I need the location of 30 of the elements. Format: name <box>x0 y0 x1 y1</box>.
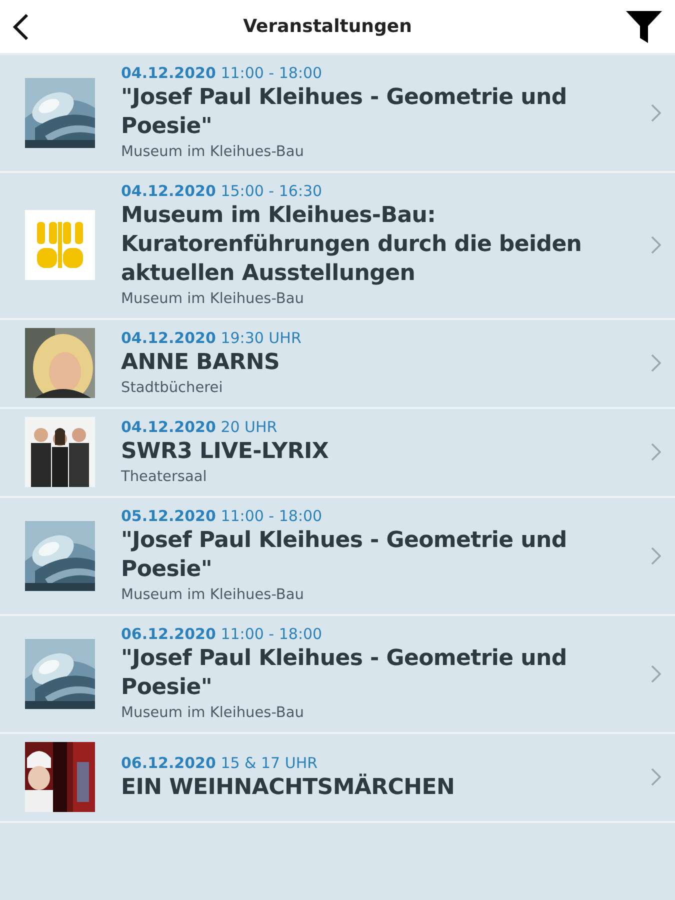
event-venue: Theatersaal <box>121 468 208 487</box>
chevron-right-icon <box>651 443 661 461</box>
event-date-time: 06.12.2020 15 & 17 UHR <box>121 752 319 772</box>
event-title: SWR3 LIVE-LYRIX <box>121 438 330 466</box>
event-date-time: 06.12.2020 11:00 - 18:00 <box>121 624 324 644</box>
event-venue: Museum im Kleihues-Bau <box>121 586 305 605</box>
back-icon[interactable] <box>12 12 30 40</box>
event-title: "Josef Paul Kleihues - Geometrie und Poesie" <box>121 645 568 702</box>
event-title: "Josef Paul Kleihues - Geometrie und Poesie" <box>121 527 568 584</box>
event-title: Museum im Kleihues-Bau: Kuratorenführungen durch die beiden aktuellen Ausstellungen <box>121 202 583 288</box>
filter-icon[interactable] <box>625 10 663 44</box>
chevron-right-icon <box>651 664 661 682</box>
event-title: "Josef Paul Kleihues - Geometrie und Poesie" <box>121 84 568 141</box>
chevron-right-icon <box>651 236 661 254</box>
event-date-time: 04.12.2020 15:00 - 16:30 <box>121 181 324 201</box>
event-title: ANNE BARNS <box>121 349 281 377</box>
event-venue: Museum im Kleihues-Bau <box>121 704 305 723</box>
event-date-time: 04.12.2020 20 UHR <box>121 417 278 437</box>
chevron-right-icon <box>651 768 661 786</box>
screen-title: Veranstaltungen <box>243 16 412 37</box>
event-date-time: 04.12.2020 19:30 UHR <box>121 328 302 348</box>
event-venue: Museum im Kleihues-Bau <box>121 290 305 309</box>
event-date-time: 05.12.2020 11:00 - 18:00 <box>121 506 324 526</box>
event-title: EIN WEIHNACHTSMÄRCHEN <box>121 772 456 802</box>
event-venue: Stadtbücherei <box>121 379 224 398</box>
event-venue: Museum im Kleihues-Bau <box>121 143 305 162</box>
chevron-right-icon <box>651 546 661 564</box>
chevron-right-icon <box>651 104 661 122</box>
event-date-time: 04.12.2020 11:00 - 18:00 <box>121 63 324 83</box>
chevron-right-icon <box>651 354 661 372</box>
